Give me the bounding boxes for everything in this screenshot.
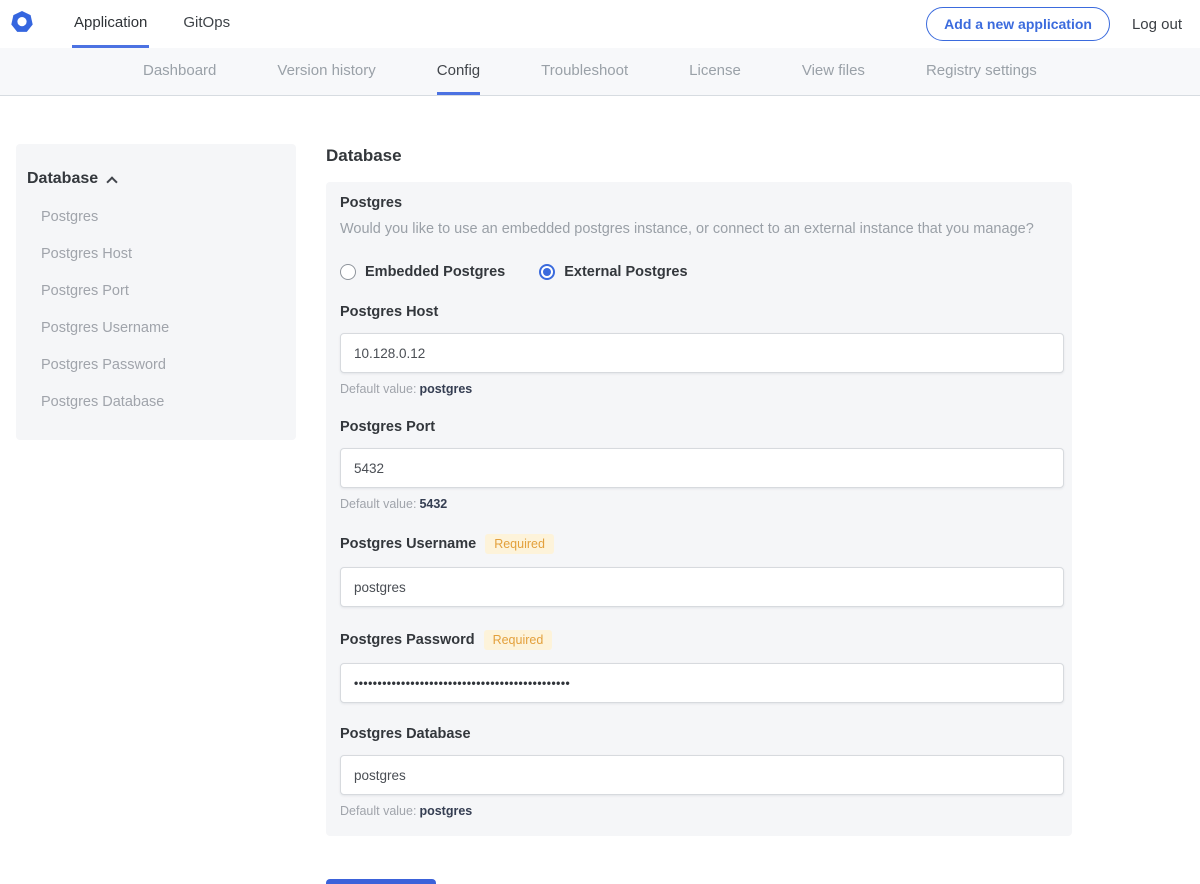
field-label: Postgres Username (340, 536, 477, 552)
sidebar-item-postgres-host[interactable]: Postgres Host (26, 246, 286, 262)
sidebar-item-postgres-password[interactable]: Postgres Password (26, 357, 286, 373)
app-subnav: Dashboard Version history Config Trouble… (0, 48, 1200, 96)
group-help-text: Would you like to use an embedded postgr… (340, 221, 1034, 237)
tab-troubleshoot[interactable]: Troubleshoot (541, 48, 628, 95)
tab-version-history[interactable]: Version history (277, 48, 375, 95)
tab-license[interactable]: License (689, 48, 741, 95)
config-main: Database Postgres Would you like to use … (326, 144, 1072, 884)
app-logo[interactable] (10, 0, 34, 48)
field-label: Postgres Port (340, 419, 436, 435)
postgres-host-input[interactable] (340, 333, 1064, 373)
tab-dashboard[interactable]: Dashboard (143, 48, 216, 95)
top-header: Application GitOps Add a new application… (0, 0, 1200, 48)
config-sidebar: Database Postgres Postgres Host Postgres… (16, 144, 296, 440)
postgres-database-input[interactable] (340, 755, 1064, 795)
radio-checked-icon (539, 264, 556, 280)
group-label-postgres: Postgres (340, 195, 403, 211)
sidebar-item-postgres-port[interactable]: Postgres Port (26, 283, 286, 299)
database-config-card: Postgres Would you like to use an embedd… (326, 182, 1072, 836)
sidebar-group-label: Database (27, 170, 99, 187)
postgres-mode-radio-group: Embedded Postgres External Postgres (340, 264, 1062, 280)
sidebar-group-database[interactable]: Database (26, 170, 286, 188)
logo-icon (10, 10, 34, 39)
field-label: Postgres Host (340, 304, 439, 320)
tab-registry-settings[interactable]: Registry settings (926, 48, 1037, 95)
sidebar-item-postgres-username[interactable]: Postgres Username (26, 320, 286, 336)
tab-application[interactable]: Application (72, 0, 150, 48)
tab-config[interactable]: Config (436, 48, 481, 95)
postgres-username-input[interactable] (340, 567, 1064, 607)
sidebar-item-postgres-database[interactable]: Postgres Database (26, 394, 286, 410)
default-value-hint: Default value: 5432 (340, 497, 448, 511)
radio-external-postgres[interactable]: External Postgres (539, 264, 688, 280)
default-value-hint: Default value: postgres (340, 382, 473, 396)
default-value-hint: Default value: postgres (340, 804, 473, 818)
field-postgres-database: Postgres Database Default value:postgres (340, 726, 1064, 818)
field-label: Postgres Password (340, 632, 475, 648)
required-badge: Required (483, 630, 553, 650)
field-postgres-port: Postgres Port Default value:5432 (340, 419, 1064, 511)
radio-embedded-postgres[interactable]: Embedded Postgres (340, 264, 505, 280)
postgres-password-input[interactable] (340, 663, 1064, 703)
add-new-application-button[interactable]: Add a new application (926, 7, 1110, 41)
logout-link[interactable]: Log out (1132, 16, 1182, 33)
required-badge: Required (485, 534, 554, 554)
radio-unchecked-icon (340, 264, 356, 280)
field-label: Postgres Database (340, 726, 471, 742)
field-postgres-host: Postgres Host Default value:postgres (340, 304, 1064, 396)
tab-view-files[interactable]: View files (802, 48, 865, 95)
field-postgres-username: Postgres Username Required (340, 534, 1064, 607)
chevron-up-icon (106, 176, 118, 188)
sidebar-item-postgres[interactable]: Postgres (26, 209, 286, 225)
save-config-button[interactable]: Save config (326, 879, 436, 884)
radio-label: Embedded Postgres (365, 264, 506, 280)
page-title: Database (326, 146, 402, 165)
config-content: Database Postgres Postgres Host Postgres… (0, 96, 1200, 884)
header-actions: Add a new application Log out (926, 0, 1200, 48)
field-postgres-password: Postgres Password Required (340, 630, 1064, 703)
tab-gitops[interactable]: GitOps (181, 0, 232, 48)
postgres-port-input[interactable] (340, 448, 1064, 488)
radio-label: External Postgres (564, 264, 688, 280)
